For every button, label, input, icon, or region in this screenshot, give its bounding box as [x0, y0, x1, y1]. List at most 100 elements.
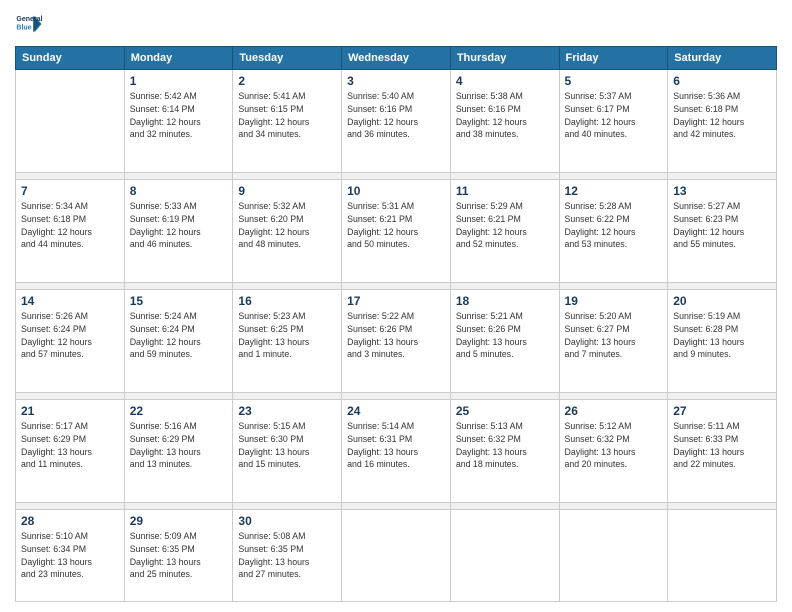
week-divider: [16, 282, 777, 289]
day-header-tuesday: Tuesday: [233, 47, 342, 70]
day-info: Sunrise: 5:31 AM Sunset: 6:21 PM Dayligh…: [347, 200, 445, 251]
day-info: Sunrise: 5:21 AM Sunset: 6:26 PM Dayligh…: [456, 310, 554, 361]
day-info: Sunrise: 5:22 AM Sunset: 6:26 PM Dayligh…: [347, 310, 445, 361]
day-info: Sunrise: 5:11 AM Sunset: 6:33 PM Dayligh…: [673, 420, 771, 471]
day-info: Sunrise: 5:42 AM Sunset: 6:14 PM Dayligh…: [130, 90, 228, 141]
calendar-cell: 23Sunrise: 5:15 AM Sunset: 6:30 PM Dayli…: [233, 400, 342, 503]
calendar-cell: 2 Sunrise: 5:41 AM Sunset: 6:15 PM Daylig…: [233, 70, 342, 173]
calendar-cell: 19 Sunrise: 5:20 AM Sunset: 6:27 PM Dayli…: [559, 290, 668, 393]
calendar-cell: [450, 510, 559, 602]
day-header-saturday: Saturday: [668, 47, 777, 70]
calendar-cell: [16, 70, 125, 173]
calendar-cell: 12Sunrise: 5:28 AM Sunset: 6:22 PM Dayli…: [559, 180, 668, 283]
day-number: 1: [130, 74, 228, 88]
calendar-cell: 4 Sunrise: 5:38 AM Sunset: 6:16 PM Daylig…: [450, 70, 559, 173]
calendar-cell: 13Sunrise: 5:27 AM Sunset: 6:23 PM Dayli…: [668, 180, 777, 283]
day-header-sunday: Sunday: [16, 47, 125, 70]
calendar-cell: 17 Sunrise: 5:22 AM Sunset: 6:26 PM Dayli…: [342, 290, 451, 393]
day-info: Sunrise: 5:13 AM Sunset: 6:32 PM Dayligh…: [456, 420, 554, 471]
day-number: 17: [347, 294, 445, 308]
day-number: 2: [238, 74, 336, 88]
day-header-monday: Monday: [124, 47, 233, 70]
day-info: Sunrise: 5:26 AM Sunset: 6:24 PM Dayligh…: [21, 310, 119, 361]
day-number: 24: [347, 404, 445, 418]
day-info: Sunrise: 5:40 AM Sunset: 6:16 PM Dayligh…: [347, 90, 445, 141]
day-info: Sunrise: 5:41 AM Sunset: 6:15 PM Dayligh…: [238, 90, 336, 141]
day-info: Sunrise: 5:20 AM Sunset: 6:27 PM Dayligh…: [565, 310, 663, 361]
calendar-cell: 5 Sunrise: 5:37 AM Sunset: 6:17 PM Daylig…: [559, 70, 668, 173]
day-number: 30: [238, 514, 336, 528]
calendar-cell: 18Sunrise: 5:21 AM Sunset: 6:26 PM Dayli…: [450, 290, 559, 393]
logo-icon: General Blue: [15, 10, 43, 38]
day-info: Sunrise: 5:28 AM Sunset: 6:22 PM Dayligh…: [565, 200, 663, 251]
day-number: 8: [130, 184, 228, 198]
svg-text:General: General: [16, 16, 42, 23]
day-number: 5: [565, 74, 663, 88]
calendar-table: SundayMondayTuesdayWednesdayThursdayFrid…: [15, 46, 777, 602]
calendar-cell: 3Sunrise: 5:40 AM Sunset: 6:16 PM Daylig…: [342, 70, 451, 173]
day-number: 9: [238, 184, 336, 198]
day-number: 25: [456, 404, 554, 418]
calendar-cell: 21Sunrise: 5:17 AM Sunset: 6:29 PM Dayli…: [16, 400, 125, 503]
calendar-cell: 25 Sunrise: 5:13 AM Sunset: 6:32 PM Dayli…: [450, 400, 559, 503]
calendar-cell: [342, 510, 451, 602]
calendar-week-5: 28Sunrise: 5:10 AM Sunset: 6:34 PM Dayli…: [16, 510, 777, 602]
day-number: 22: [130, 404, 228, 418]
day-info: Sunrise: 5:36 AM Sunset: 6:18 PM Dayligh…: [673, 90, 771, 141]
calendar-week-2: 7Sunrise: 5:34 AM Sunset: 6:18 PM Daylig…: [16, 180, 777, 283]
week-divider: [16, 172, 777, 179]
calendar-cell: [559, 510, 668, 602]
day-number: 28: [21, 514, 119, 528]
day-info: Sunrise: 5:33 AM Sunset: 6:19 PM Dayligh…: [130, 200, 228, 251]
day-number: 19: [565, 294, 663, 308]
day-header-thursday: Thursday: [450, 47, 559, 70]
day-number: 16: [238, 294, 336, 308]
day-info: Sunrise: 5:16 AM Sunset: 6:29 PM Dayligh…: [130, 420, 228, 471]
calendar-cell: 22 Sunrise: 5:16 AM Sunset: 6:29 PM Dayli…: [124, 400, 233, 503]
calendar-cell: 8 Sunrise: 5:33 AM Sunset: 6:19 PM Daylig…: [124, 180, 233, 283]
calendar-cell: 1 Sunrise: 5:42 AM Sunset: 6:14 PM Daylig…: [124, 70, 233, 173]
day-info: Sunrise: 5:32 AM Sunset: 6:20 PM Dayligh…: [238, 200, 336, 251]
calendar-cell: 11Sunrise: 5:29 AM Sunset: 6:21 PM Dayli…: [450, 180, 559, 283]
day-number: 14: [21, 294, 119, 308]
calendar-week-4: 21Sunrise: 5:17 AM Sunset: 6:29 PM Dayli…: [16, 400, 777, 503]
day-number: 10: [347, 184, 445, 198]
day-info: Sunrise: 5:19 AM Sunset: 6:28 PM Dayligh…: [673, 310, 771, 361]
calendar-cell: 26 Sunrise: 5:12 AM Sunset: 6:32 PM Dayli…: [559, 400, 668, 503]
day-info: Sunrise: 5:38 AM Sunset: 6:16 PM Dayligh…: [456, 90, 554, 141]
calendar-cell: 15Sunrise: 5:24 AM Sunset: 6:24 PM Dayli…: [124, 290, 233, 393]
day-info: Sunrise: 5:12 AM Sunset: 6:32 PM Dayligh…: [565, 420, 663, 471]
day-number: 13: [673, 184, 771, 198]
calendar-header-row: SundayMondayTuesdayWednesdayThursdayFrid…: [16, 47, 777, 70]
calendar-cell: 27 Sunrise: 5:11 AM Sunset: 6:33 PM Dayli…: [668, 400, 777, 503]
calendar-cell: 16Sunrise: 5:23 AM Sunset: 6:25 PM Dayli…: [233, 290, 342, 393]
day-header-wednesday: Wednesday: [342, 47, 451, 70]
day-number: 6: [673, 74, 771, 88]
day-info: Sunrise: 5:09 AM Sunset: 6:35 PM Dayligh…: [130, 530, 228, 581]
calendar-cell: 30 Sunrise: 5:08 AM Sunset: 6:35 PM Dayli…: [233, 510, 342, 602]
day-number: 27: [673, 404, 771, 418]
calendar-cell: 29Sunrise: 5:09 AM Sunset: 6:35 PM Dayli…: [124, 510, 233, 602]
day-info: Sunrise: 5:29 AM Sunset: 6:21 PM Dayligh…: [456, 200, 554, 251]
page: General Blue SundayMondayTuesdayWednesda…: [0, 0, 792, 612]
calendar-cell: 9 Sunrise: 5:32 AM Sunset: 6:20 PM Daylig…: [233, 180, 342, 283]
calendar-cell: 14 Sunrise: 5:26 AM Sunset: 6:24 PM Dayli…: [16, 290, 125, 393]
calendar-week-1: 1 Sunrise: 5:42 AM Sunset: 6:14 PM Daylig…: [16, 70, 777, 173]
svg-text:Blue: Blue: [16, 25, 31, 32]
day-number: 26: [565, 404, 663, 418]
calendar-cell: 28Sunrise: 5:10 AM Sunset: 6:34 PM Dayli…: [16, 510, 125, 602]
day-number: 20: [673, 294, 771, 308]
calendar-cell: [668, 510, 777, 602]
header: General Blue: [15, 10, 777, 38]
day-number: 21: [21, 404, 119, 418]
day-info: Sunrise: 5:08 AM Sunset: 6:35 PM Dayligh…: [238, 530, 336, 581]
calendar-cell: 10 Sunrise: 5:31 AM Sunset: 6:21 PM Dayli…: [342, 180, 451, 283]
day-info: Sunrise: 5:37 AM Sunset: 6:17 PM Dayligh…: [565, 90, 663, 141]
calendar-cell: 20 Sunrise: 5:19 AM Sunset: 6:28 PM Dayli…: [668, 290, 777, 393]
day-info: Sunrise: 5:24 AM Sunset: 6:24 PM Dayligh…: [130, 310, 228, 361]
day-info: Sunrise: 5:15 AM Sunset: 6:30 PM Dayligh…: [238, 420, 336, 471]
week-divider: [16, 502, 777, 509]
day-number: 4: [456, 74, 554, 88]
day-header-friday: Friday: [559, 47, 668, 70]
calendar-cell: 6 Sunrise: 5:36 AM Sunset: 6:18 PM Daylig…: [668, 70, 777, 173]
